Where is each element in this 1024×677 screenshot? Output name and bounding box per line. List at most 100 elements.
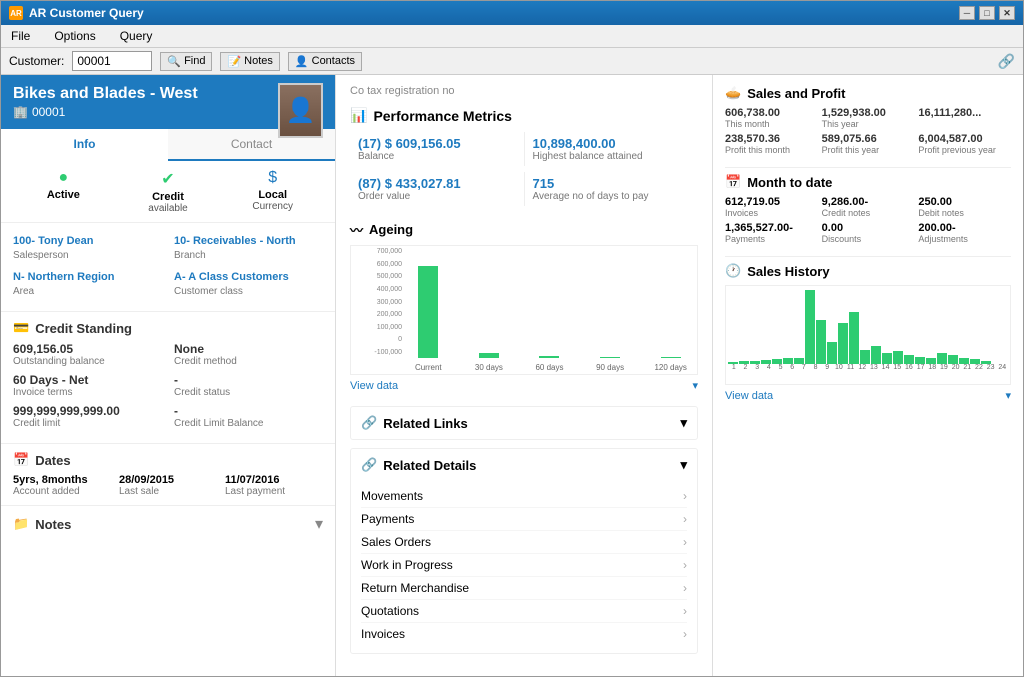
y-axis: 700,000600,000500,000400,000300,000200,0… (351, 246, 406, 358)
menu-options[interactable]: Options (50, 27, 99, 45)
sp-item-3: 238,570.36 Profit this month (725, 133, 818, 155)
payments-label: Payments (361, 512, 414, 526)
middle-panel: Co tax registration no 📊 Performance Met… (336, 75, 713, 676)
related-item-return-merchandise[interactable]: Return Merchandise › (361, 577, 687, 600)
bar-30-bar (479, 353, 499, 358)
sales-profit-grid: 606,738.00 This month 1,529,938.00 This … (725, 107, 1011, 155)
status-currency: $ Local Currency (220, 169, 325, 214)
minimize-button[interactable]: ─ (959, 6, 975, 20)
month-item-1: 9,286.00- Credit notes (822, 196, 915, 218)
related-links-chevron[interactable]: ▾ (680, 415, 687, 431)
credit-limit-balance-value: - (174, 404, 323, 418)
ageing-section: 〰 Ageing 700,000600,000500,000400,000300… (350, 220, 698, 392)
notes-button[interactable]: 📝 Notes (220, 52, 279, 71)
title-bar-left: AR AR Customer Query (9, 6, 144, 20)
customer-input[interactable] (72, 51, 152, 71)
find-button[interactable]: 🔍 Find (160, 52, 212, 71)
ageing-chevron[interactable]: ▾ (692, 379, 698, 392)
performance-title: 📊 Performance Metrics (350, 107, 698, 124)
invoices-arrow: › (683, 627, 687, 641)
salesperson-label: Salesperson (13, 250, 162, 261)
credit-method-value: None (174, 342, 323, 356)
related-item-work-in-progress[interactable]: Work in Progress › (361, 554, 687, 577)
status-credit: ✔ Credit available (116, 169, 221, 214)
month-value-1: 9,286.00- (822, 196, 915, 208)
maximize-button[interactable]: □ (979, 6, 995, 20)
title-bar: AR AR Customer Query ─ □ ✕ (1, 1, 1023, 25)
avatar-image: 👤 (280, 85, 321, 136)
related-item-movements[interactable]: Movements › (361, 485, 687, 508)
area-link[interactable]: N- Northern Region (13, 271, 114, 283)
credit-row-2: 60 Days - Net Invoice terms - Credit sta… (13, 373, 323, 398)
branch-link[interactable]: 10- Receivables - North (174, 235, 296, 247)
contacts-button[interactable]: 👤 Contacts (288, 52, 362, 71)
sp-label-5: Profit previous year (918, 145, 1011, 155)
order-label: Order value (358, 191, 516, 202)
ageing-view-data[interactable]: View data ▾ (350, 379, 698, 392)
account-age-label: Account added (13, 486, 111, 497)
movements-arrow: › (683, 489, 687, 503)
outstanding-value: 609,156.05 (13, 342, 162, 356)
performance-grid-2: (87) $ 433,027.81 Order value 715 Averag… (350, 172, 698, 206)
perf-balance: (17) $ 609,156.05 Balance (350, 132, 525, 166)
right-panel: 🥧 Sales and Profit 606,738.00 This month… (713, 75, 1023, 676)
account-age-value: 5yrs, 8months (13, 474, 111, 486)
tab-info[interactable]: Info (1, 129, 168, 161)
related-details-header[interactable]: 🔗 Related Details ▾ (351, 449, 697, 481)
related-details-section: 🔗 Related Details ▾ Movements › Payments… (350, 448, 698, 654)
dates-title-text: Dates (35, 453, 70, 468)
related-links-header[interactable]: 🔗 Related Links ▾ (351, 407, 697, 439)
menu-file[interactable]: File (7, 27, 34, 45)
highest-label: Highest balance attained (533, 151, 691, 162)
balance-label: Balance (358, 151, 516, 162)
toolbar: Customer: 🔍 Find 📝 Notes 👤 Contacts 🔗 (1, 48, 1023, 75)
sales-history-title: 🕐 Sales History (725, 263, 1011, 279)
info-row-2: N- Northern Region Area A- A Class Custo… (13, 267, 323, 297)
credit-limit-label: Credit limit (13, 418, 162, 429)
salesperson-cell: 100- Tony Dean Salesperson (13, 231, 162, 261)
related-details-chevron[interactable]: ▾ (680, 457, 687, 473)
last-payment-value: 11/07/2016 (225, 474, 323, 486)
customer-label: Customer: (9, 54, 64, 68)
history-view-data[interactable]: View data ▾ (725, 389, 1011, 402)
perf-icon: 📊 (350, 107, 367, 124)
credit-limit-balance-label: Credit Limit Balance (174, 418, 323, 429)
month-item-3: 1,365,527.00- Payments (725, 222, 818, 244)
customer-id-value: 00001 (32, 105, 65, 119)
notes-section[interactable]: 📁 Notes ▾ (1, 506, 335, 542)
sp-label-0: This month (725, 119, 818, 129)
title-bar-controls[interactable]: ─ □ ✕ (959, 6, 1015, 20)
related-links-icon: 🔗 (361, 415, 377, 431)
status-row: ● Active ✔ Credit available $ Local Curr… (1, 161, 335, 223)
notes-label: Notes (244, 55, 273, 67)
notes-folder-icon: 📁 (13, 516, 29, 532)
history-view-data-label[interactable]: View data (725, 390, 773, 402)
main-window: AR AR Customer Query ─ □ ✕ File Options … (0, 0, 1024, 677)
find-label: Find (184, 55, 205, 67)
sp-value-2: 16,111,280... (918, 107, 1011, 119)
related-details-icon: 🔗 (361, 457, 377, 473)
related-links-title: Related Links (383, 416, 468, 431)
notes-chevron[interactable]: ▾ (315, 514, 323, 534)
class-cell: A- A Class Customers Customer class (174, 267, 323, 297)
month-label-4: Discounts (822, 234, 915, 244)
sp-value-3: 238,570.36 (725, 133, 818, 145)
ageing-view-data-label[interactable]: View data (350, 380, 398, 392)
history-chevron[interactable]: ▾ (1005, 389, 1011, 402)
related-item-payments[interactable]: Payments › (361, 508, 687, 531)
menu-query[interactable]: Query (116, 27, 157, 45)
related-item-sales-orders[interactable]: Sales Orders › (361, 531, 687, 554)
class-link[interactable]: A- A Class Customers (174, 271, 289, 283)
salesperson-link[interactable]: 100- Tony Dean (13, 235, 94, 247)
close-button[interactable]: ✕ (999, 6, 1015, 20)
area-label: Area (13, 286, 162, 297)
history-bars (726, 286, 1010, 364)
perf-order: (87) $ 433,027.81 Order value (350, 172, 525, 206)
related-item-invoices[interactable]: Invoices › (361, 623, 687, 645)
customer-name: Bikes and Blades - West (13, 85, 323, 103)
history-icon: 🕐 (725, 263, 741, 279)
month-item-0: 612,719.05 Invoices (725, 196, 818, 218)
month-label-2: Debit notes (918, 208, 1011, 218)
branch-cell: 10- Receivables - North Branch (174, 231, 323, 261)
related-item-quotations[interactable]: Quotations › (361, 600, 687, 623)
